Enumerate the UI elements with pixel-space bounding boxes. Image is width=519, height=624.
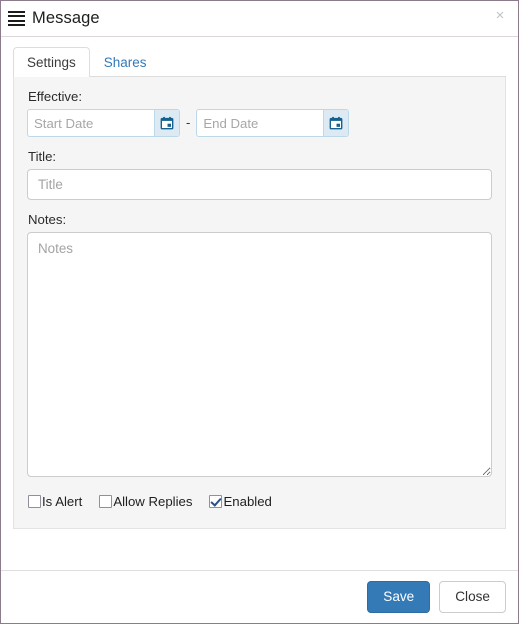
checkbox-is-alert-box[interactable]: [28, 495, 41, 508]
dialog-title-bar[interactable]: Message ×: [1, 1, 518, 37]
save-button[interactable]: Save: [367, 581, 431, 613]
tab-shares[interactable]: Shares: [90, 47, 161, 77]
end-date-group: [196, 109, 350, 137]
checkbox-is-alert-label: Is Alert: [42, 494, 83, 509]
close-icon[interactable]: ×: [491, 7, 509, 25]
checkbox-enabled-label: Enabled: [223, 494, 272, 509]
notes-textarea[interactable]: [27, 232, 492, 477]
checkbox-enabled-box[interactable]: [209, 495, 223, 508]
effective-label: Effective:: [28, 89, 82, 104]
title-label: Title:: [28, 149, 57, 164]
dialog-footer: Save Close: [1, 570, 518, 623]
options-row: Is Alert Allow Replies Enabled: [27, 494, 492, 509]
checkbox-allow-replies[interactable]: Allow Replies: [99, 494, 192, 509]
tab-shares-label: Shares: [103, 55, 147, 70]
notes-label: Notes:: [28, 212, 67, 227]
date-range-separator: -: [186, 115, 191, 130]
end-date-calendar-icon[interactable]: [323, 110, 349, 136]
message-dialog: Message × Settings Shares Effective: Sta…: [0, 0, 519, 624]
start-date-group: [27, 109, 180, 137]
hamburger-icon[interactable]: [8, 11, 25, 26]
checkbox-enabled[interactable]: Enabled: [209, 494, 272, 509]
effective-date-row: -: [27, 109, 492, 137]
end-date-input[interactable]: [197, 110, 324, 136]
checkbox-allow-replies-label: Allow Replies: [113, 494, 193, 509]
dialog-title: Message: [32, 9, 100, 28]
title-input[interactable]: [27, 169, 492, 200]
settings-form-panel: Effective: -: [13, 77, 506, 529]
start-date-calendar-icon[interactable]: [154, 110, 179, 136]
tab-bar: Settings Shares: [13, 47, 506, 77]
close-button[interactable]: Close: [439, 581, 506, 613]
start-date-input[interactable]: [28, 110, 154, 136]
checkbox-is-alert[interactable]: Is Alert: [28, 494, 82, 509]
dialog-body: Settings Shares Effective: Start Date - …: [1, 37, 518, 570]
tab-settings[interactable]: Settings: [13, 47, 90, 77]
checkbox-allow-replies-box[interactable]: [99, 495, 113, 508]
tab-settings-label: Settings: [27, 55, 76, 70]
